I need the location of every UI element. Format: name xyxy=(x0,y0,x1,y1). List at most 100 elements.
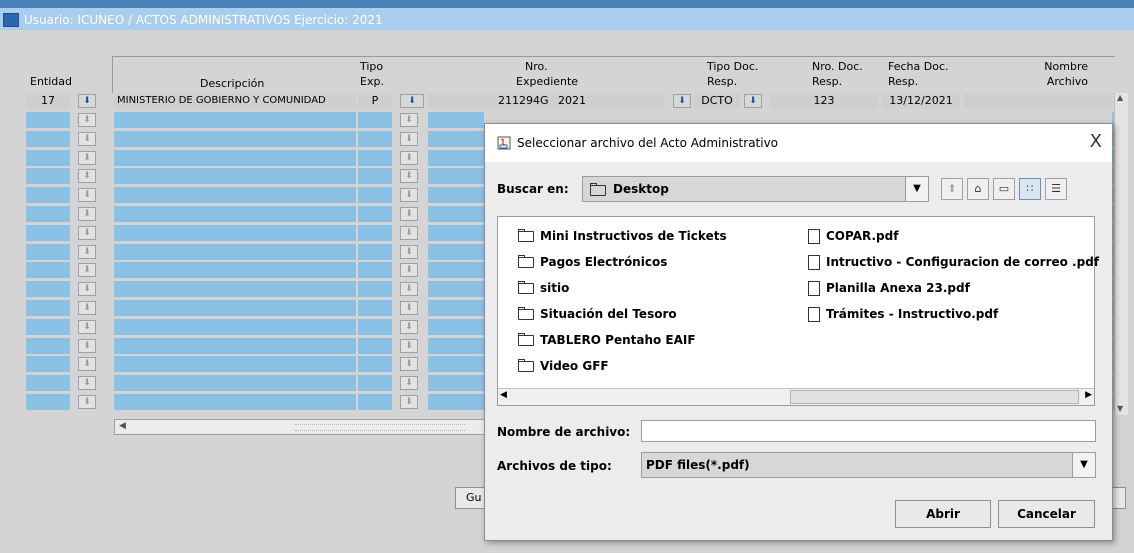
entidad-lov-button[interactable]: ⬇ xyxy=(78,282,96,296)
grid-cell[interactable] xyxy=(428,150,484,166)
tipo-exp-lov-button[interactable]: ⬇ xyxy=(400,132,418,146)
grid-cell[interactable] xyxy=(358,338,392,354)
grid-vertical-scrollbar[interactable]: ▲ ▼ xyxy=(1114,93,1128,415)
scroll-right-icon[interactable]: ▶ xyxy=(1085,390,1092,400)
cell-fecha-doc[interactable]: 13/12/2021 xyxy=(882,93,960,109)
folder-item[interactable]: Mini Instructivos de Tickets xyxy=(518,227,727,245)
grid-cell[interactable] xyxy=(428,375,484,391)
grid-cell[interactable] xyxy=(114,225,356,241)
grid-cell[interactable] xyxy=(428,338,484,354)
entidad-lov-button[interactable]: ⬇ xyxy=(78,169,96,183)
tipo-exp-lov-button[interactable]: ⬇ xyxy=(400,188,418,202)
grid-horizontal-scrollbar[interactable]: ◀ xyxy=(114,419,486,435)
grid-cell[interactable] xyxy=(114,338,356,354)
grid-cell[interactable] xyxy=(26,112,70,128)
grid-cell[interactable] xyxy=(114,206,356,222)
entidad-lov-button[interactable]: ⬇ xyxy=(78,357,96,371)
grid-cell[interactable] xyxy=(26,262,70,278)
grid-cell[interactable] xyxy=(26,150,70,166)
grid-cell[interactable] xyxy=(26,187,70,203)
grid-cell[interactable] xyxy=(428,319,484,335)
entidad-lov-button[interactable]: ⬇ xyxy=(78,94,96,108)
scroll-left-icon[interactable]: ◀ xyxy=(500,390,507,400)
grid-cell[interactable] xyxy=(26,300,70,316)
cell-nombre-archivo[interactable] xyxy=(964,93,1112,109)
grid-cell[interactable] xyxy=(26,394,70,410)
grid-cell[interactable] xyxy=(114,168,356,184)
grid-cell[interactable] xyxy=(26,281,70,297)
tipo-doc-lov-button[interactable]: ⬇ xyxy=(744,94,762,108)
entidad-lov-button[interactable]: ⬇ xyxy=(78,188,96,202)
entidad-lov-button[interactable]: ⬇ xyxy=(78,132,96,146)
scroll-left-icon[interactable]: ◀ xyxy=(119,421,126,431)
tipo-exp-lov-button[interactable]: ⬇ xyxy=(400,376,418,390)
grid-cell[interactable] xyxy=(358,394,392,410)
folder-item[interactable]: TABLERO Pentaho EAIF xyxy=(518,331,696,349)
entidad-lov-button[interactable]: ⬇ xyxy=(78,245,96,259)
tipo-exp-lov-button[interactable]: ⬇ xyxy=(400,339,418,353)
tipo-exp-lov-button[interactable]: ⬇ xyxy=(400,301,418,315)
up-folder-icon[interactable]: ⬆ xyxy=(941,178,963,200)
grid-cell[interactable] xyxy=(114,300,356,316)
scroll-thumb[interactable] xyxy=(790,390,1079,404)
entidad-lov-button[interactable]: ⬇ xyxy=(78,320,96,334)
expediente-lov-button[interactable]: ⬇ xyxy=(673,94,691,108)
grid-cell[interactable] xyxy=(358,319,392,335)
folder-item[interactable]: Pagos Electrónicos xyxy=(518,253,667,271)
list-view-icon[interactable]: ∷ xyxy=(1019,178,1041,200)
tipo-exp-lov-button[interactable]: ⬇ xyxy=(400,263,418,277)
grid-cell[interactable] xyxy=(358,244,392,260)
grid-cell[interactable] xyxy=(428,131,484,147)
folder-item[interactable]: Situación del Tesoro xyxy=(518,305,677,323)
tipo-exp-lov-button[interactable]: ⬇ xyxy=(400,282,418,296)
tipo-exp-lov-button[interactable]: ⬇ xyxy=(400,226,418,240)
grid-cell[interactable] xyxy=(428,300,484,316)
grid-cell[interactable] xyxy=(26,244,70,260)
entidad-lov-button[interactable]: ⬇ xyxy=(78,301,96,315)
file-list-horizontal-scrollbar[interactable]: ◀ ▶ xyxy=(498,388,1094,405)
grid-cell[interactable] xyxy=(114,187,356,203)
grid-cell[interactable] xyxy=(26,319,70,335)
file-item[interactable]: Intructivo - Configuracion de correo .pd… xyxy=(808,253,1099,271)
cancel-button[interactable]: Cancelar xyxy=(998,500,1095,528)
tipo-exp-lov-button[interactable]: ⬇ xyxy=(400,395,418,409)
grid-cell[interactable] xyxy=(26,225,70,241)
cell-nro-expediente[interactable]: 211294G 2021 xyxy=(428,93,664,109)
tipo-exp-lov-button[interactable]: ⬇ xyxy=(400,320,418,334)
tipo-exp-lov-button[interactable]: ⬇ xyxy=(400,94,424,108)
entidad-lov-button[interactable]: ⬇ xyxy=(78,395,96,409)
scroll-up-icon[interactable]: ▲ xyxy=(1117,93,1123,102)
grid-cell[interactable] xyxy=(428,262,484,278)
file-type-combo[interactable]: PDF files(*.pdf) ▼ xyxy=(641,452,1096,478)
folder-item[interactable]: Video GFF xyxy=(518,357,609,375)
grid-cell[interactable] xyxy=(26,356,70,372)
grid-cell[interactable] xyxy=(358,150,392,166)
folder-item[interactable]: sitio xyxy=(518,279,569,297)
look-in-combo[interactable]: Desktop ▼ xyxy=(582,176,929,202)
tipo-exp-lov-button[interactable]: ⬇ xyxy=(400,113,418,127)
grid-cell[interactable] xyxy=(428,244,484,260)
file-list[interactable]: Mini Instructivos de Tickets Pagos Electr… xyxy=(497,216,1099,406)
grid-cell[interactable] xyxy=(358,206,392,222)
grid-cell[interactable] xyxy=(428,187,484,203)
grid-cell[interactable] xyxy=(114,112,356,128)
grid-cell[interactable] xyxy=(358,112,392,128)
tipo-exp-lov-button[interactable]: ⬇ xyxy=(400,207,418,221)
grid-cell[interactable] xyxy=(26,206,70,222)
cell-tipo-exp[interactable]: P xyxy=(358,93,392,109)
grid-cell[interactable] xyxy=(358,300,392,316)
grid-cell[interactable] xyxy=(428,394,484,410)
entidad-lov-button[interactable]: ⬇ xyxy=(78,376,96,390)
grid-cell[interactable] xyxy=(114,375,356,391)
cell-nro-doc[interactable]: 123 xyxy=(770,93,878,109)
cell-entidad[interactable]: 17 xyxy=(26,93,70,109)
entidad-lov-button[interactable]: ⬇ xyxy=(78,263,96,277)
grid-cell[interactable] xyxy=(358,375,392,391)
grid-cell[interactable] xyxy=(358,225,392,241)
grid-cell[interactable] xyxy=(358,356,392,372)
grid-cell[interactable] xyxy=(114,356,356,372)
file-item[interactable]: COPAR.pdf xyxy=(808,227,898,245)
grid-cell[interactable] xyxy=(358,187,392,203)
grid-cell[interactable] xyxy=(26,338,70,354)
grid-cell[interactable] xyxy=(428,225,484,241)
